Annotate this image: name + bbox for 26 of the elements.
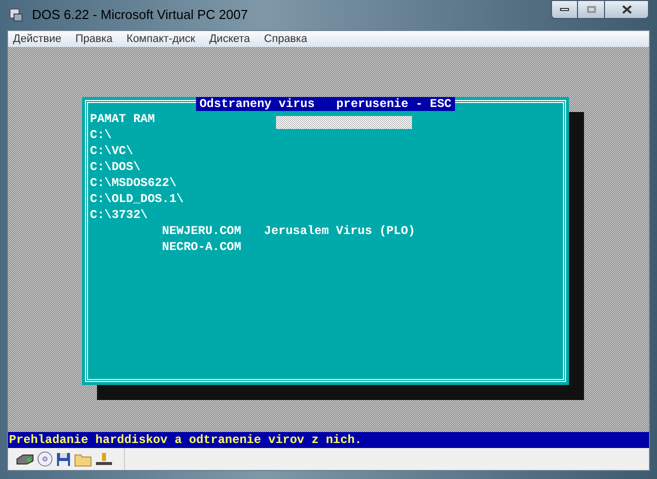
close-icon [622, 5, 632, 14]
path-line: C:\ [90, 127, 112, 143]
path-line: C:\MSDOS622\ [90, 175, 176, 191]
floppy-icon[interactable] [56, 452, 71, 466]
file-name: NEWJERU.COM [162, 223, 242, 239]
menu-item[interactable]: Справка [264, 30, 308, 48]
minimize-button[interactable] [551, 0, 578, 19]
hard-drive-icon[interactable] [16, 452, 34, 466]
window-title: DOS 6.22 - Microsoft Virtual PC 2007 [32, 6, 248, 24]
path-line: C:\OLD_DOS.1\ [90, 191, 184, 207]
cd-icon[interactable] [37, 451, 53, 467]
virus-name: Jerusalem Virus (PLO) [264, 223, 416, 239]
menu-item[interactable]: Дискета [209, 30, 250, 48]
path-line: C:\VC\ [90, 143, 134, 159]
file-name: NECRO-A.COM [162, 239, 242, 255]
path-line: C:\DOS\ [90, 159, 140, 175]
network-icon[interactable] [95, 451, 113, 467]
close-button[interactable] [604, 0, 649, 19]
maximize-button[interactable] [578, 0, 604, 19]
menu-item[interactable]: Действие [13, 30, 62, 48]
menu-item[interactable]: Правка [75, 30, 113, 48]
computer-icon [8, 7, 24, 23]
dialog-title: Odstraneny virus prerusenie - ESC [196, 97, 455, 111]
menu-item[interactable]: Компакт-диск [126, 30, 196, 48]
path-line: C:\3732\ [90, 207, 148, 223]
path-line: PAMAT RAM [90, 111, 155, 127]
